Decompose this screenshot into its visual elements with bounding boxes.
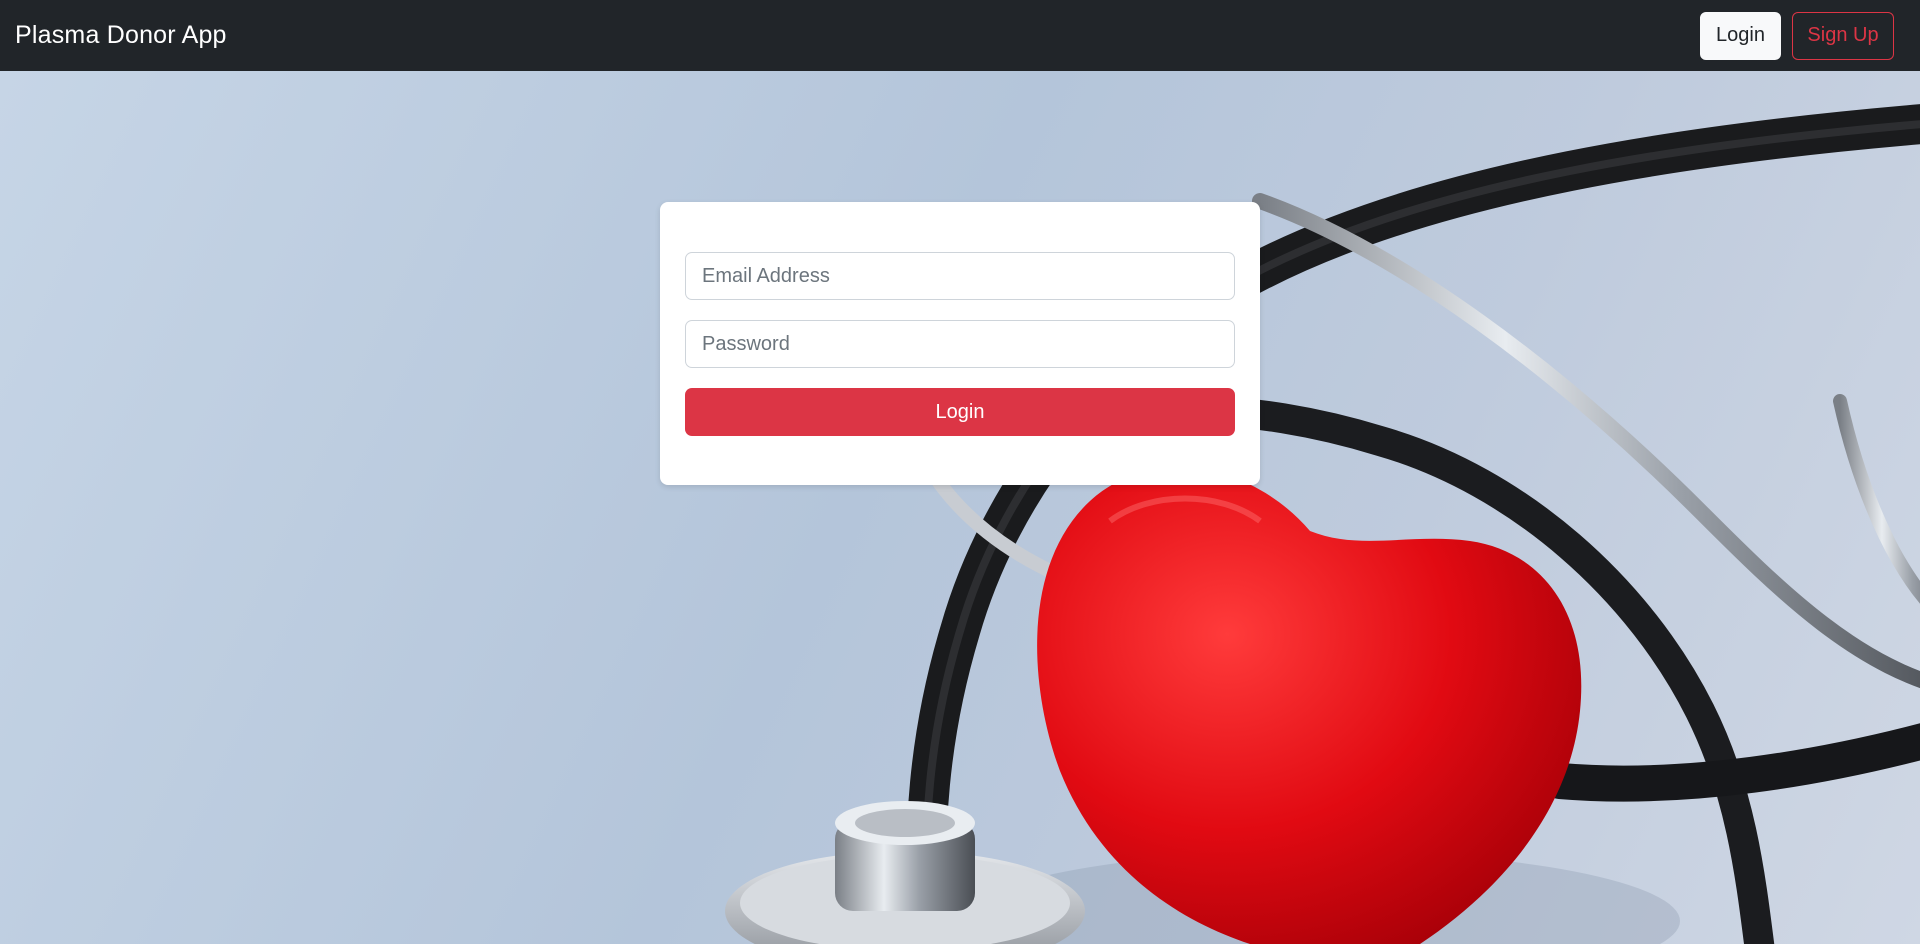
nav-actions: Login Sign Up [1700, 11, 1894, 60]
nav-login-button[interactable]: Login [1700, 11, 1781, 60]
login-submit-button[interactable]: Login [685, 388, 1235, 436]
hero-background: Login [0, 71, 1920, 944]
password-input[interactable] [685, 320, 1235, 368]
navbar: Plasma Donor App Login Sign Up [0, 0, 1920, 71]
brand-title[interactable]: Plasma Donor App [15, 21, 227, 50]
email-input[interactable] [685, 252, 1235, 300]
login-card: Login [660, 202, 1260, 485]
nav-signup-button[interactable]: Sign Up [1792, 11, 1894, 60]
